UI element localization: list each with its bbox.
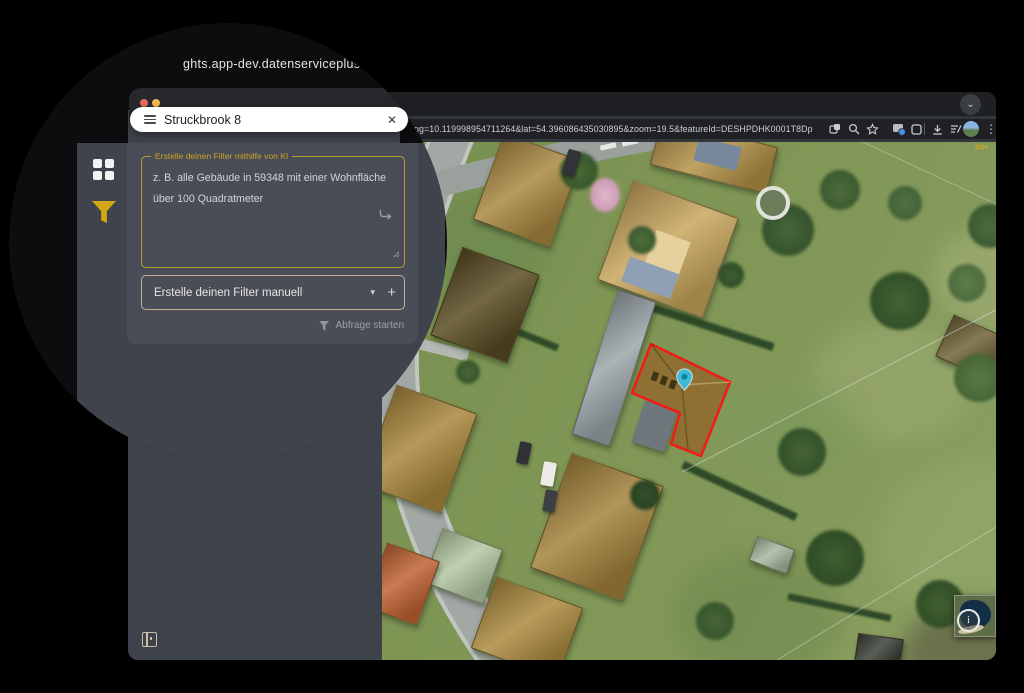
zoom-search-icon[interactable] — [847, 122, 861, 136]
collapse-panel-icon[interactable] — [142, 632, 157, 647]
translate-icon[interactable] — [828, 122, 842, 136]
reading-list-icon[interactable] — [949, 122, 963, 136]
aerial-map[interactable]: DS+ i — [382, 142, 996, 660]
ai-filter-legend: Erstelle deinen Filter mithilfe von KI — [151, 151, 292, 161]
query-funnel-icon — [319, 321, 330, 331]
close-icon[interactable]: ✕ — [387, 113, 397, 127]
kebab-glyph: ⋮ — [985, 122, 996, 136]
location-pin-icon[interactable] — [676, 368, 693, 396]
selection-layer — [382, 142, 996, 660]
info-button[interactable]: i — [957, 609, 980, 632]
start-query-button[interactable]: Abfrage starten — [300, 320, 404, 331]
map-watermark: DS+ — [975, 144, 988, 151]
bookmark-star-icon[interactable] — [865, 122, 879, 136]
password-manager-extension-icon[interactable] — [892, 122, 906, 136]
extension-square-icon[interactable] — [909, 122, 923, 136]
hamburger-menu-icon[interactable] — [144, 115, 156, 124]
apps-grid-icon[interactable] — [93, 159, 114, 180]
download-icon[interactable] — [930, 122, 944, 136]
manual-filter-dropdown[interactable]: Erstelle deinen Filter manuell ▾ + — [141, 275, 405, 310]
url-text: E&lng=10.119998954711264&lat=54.39608643… — [400, 124, 813, 134]
chevron-down-icon: ⌄ — [966, 100, 974, 110]
tab-search-chevron-button[interactable]: ⌄ — [960, 94, 981, 115]
toolbar-separator — [924, 123, 925, 135]
add-filter-plus-icon[interactable]: + — [387, 284, 396, 301]
ai-filter-fieldset: Erstelle deinen Filter mithilfe von KI z… — [141, 156, 405, 268]
magnified-url-host: ghts.app-dev.datenserviceplus.d — [183, 57, 371, 71]
info-icon: i — [967, 615, 970, 626]
manual-filter-label: Erstelle deinen Filter manuell — [154, 287, 302, 299]
screenshot-stage: ⌄ E&lng=10.119998954711264&lat=54.396086… — [0, 0, 1024, 693]
submit-enter-arrow-icon[interactable] — [377, 209, 393, 227]
ai-filter-textarea[interactable]: z. B. alle Gebäude in 59348 mit einer Wo… — [153, 168, 395, 209]
textarea-resize-handle[interactable] — [393, 245, 400, 263]
panel-title: Struckbrook 8 — [164, 113, 241, 127]
search-header-pill[interactable]: Struckbrook 8 ✕ — [130, 107, 408, 132]
caret-down-icon[interactable]: ▾ — [370, 287, 375, 298]
traffic-light-minimize[interactable] — [152, 99, 160, 107]
profile-avatar[interactable] — [963, 121, 979, 137]
selected-building-outline[interactable] — [632, 344, 730, 456]
browser-menu-kebab-icon[interactable]: ⋮ — [984, 122, 996, 136]
start-query-label: Abfrage starten — [336, 320, 404, 331]
traffic-light-close[interactable] — [140, 99, 148, 107]
